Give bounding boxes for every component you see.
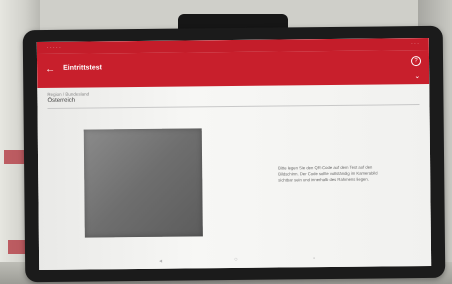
- instruction-text: Bitte legen Sie den QR-Code auf dem Test…: [278, 164, 378, 183]
- chevron-down-icon[interactable]: ⌄: [414, 72, 420, 80]
- region-label: Region / Bundesland: [47, 91, 90, 97]
- status-time: · · · · ·: [46, 44, 61, 51]
- help-circle-icon[interactable]: ?: [410, 56, 422, 67]
- nav-recent-icon[interactable]: ▫: [313, 256, 315, 262]
- tablet-device: · · · · · · · · ← Eintrittstest ? ⌄ Regi…: [22, 25, 446, 283]
- app-toolbar: ← Eintrittstest ? ⌄: [36, 49, 430, 89]
- arrow-left-icon[interactable]: ←: [45, 64, 55, 75]
- divider: [47, 104, 420, 109]
- system-nav-bar: ◂ ○ ▫: [39, 252, 431, 270]
- tablet-screen: · · · · · · · · ← Eintrittstest ? ⌄ Regi…: [36, 37, 432, 271]
- nav-home-icon[interactable]: ○: [234, 257, 238, 263]
- region-value: Österreich: [47, 97, 76, 104]
- photo-scene: · · · · · · · · ← Eintrittstest ? ⌄ Regi…: [0, 0, 452, 284]
- status-indicators: · · ·: [411, 41, 419, 48]
- region-selector[interactable]: Region / Bundesland Österreich: [47, 92, 89, 104]
- camera-preview: [83, 128, 203, 238]
- nav-back-icon[interactable]: ◂: [159, 258, 162, 265]
- toolbar-title: Eintrittstest: [63, 64, 103, 72]
